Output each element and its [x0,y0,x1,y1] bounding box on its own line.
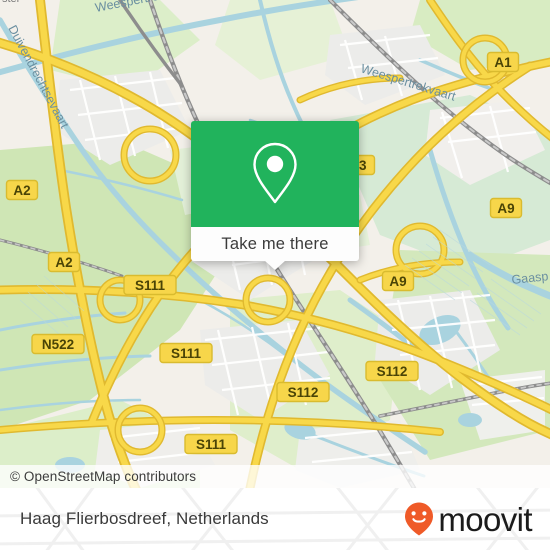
road-shield-label: N522 [42,337,74,352]
road-shield: N522 [31,333,85,355]
road-shield: S112 [276,381,330,403]
road-shield: S111 [123,274,177,296]
road-shield-label: S111 [196,437,227,452]
callout-header [191,121,359,227]
callout-footer[interactable]: Take me there [191,227,359,270]
callout-pointer [264,260,286,270]
moovit-map-share-card: A113A9A9A2A2S111N522S111S112S112S111 Wee… [0,0,550,550]
map-pin-icon [253,142,297,204]
road-shield-label: A2 [55,255,72,270]
road-shield: A9 [489,197,523,219]
road-shield: A2 [47,251,81,273]
road-shield-label: A9 [389,274,406,289]
road-shield: A9 [381,270,415,292]
attribution-text: © OpenStreetMap contributors [10,469,197,484]
road-shield-label: S112 [288,385,319,400]
place-title: Haag Flierbosdreef, Netherlands [20,509,269,528]
take-me-there-label: Take me there [221,234,329,253]
road-shield-label: A2 [13,183,30,198]
road-shield: A1 [486,51,520,73]
take-me-there-callout[interactable]: Take me there [191,121,359,270]
road-shield-label: S111 [135,278,166,293]
road-shield-label: A9 [497,201,514,216]
moovit-logo: moovit [402,500,533,538]
road-shield: S111 [184,433,238,455]
road-shield-label: A1 [494,55,512,70]
road-shield: S111 [159,342,213,364]
moovit-smiley-pin-icon [405,502,434,536]
map-attribution-bar: © OpenStreetMap contributors [0,465,550,488]
road-shield: S112 [365,360,419,382]
road-shield: A2 [5,179,39,201]
moovit-wordmark: moovit [438,500,532,538]
road-shield-label: S112 [377,364,408,379]
footer-bar: Haag Flierbosdreef, Netherlands moovit [0,488,550,550]
road-shield-label: S111 [171,346,202,361]
place-label: stel [2,0,19,5]
